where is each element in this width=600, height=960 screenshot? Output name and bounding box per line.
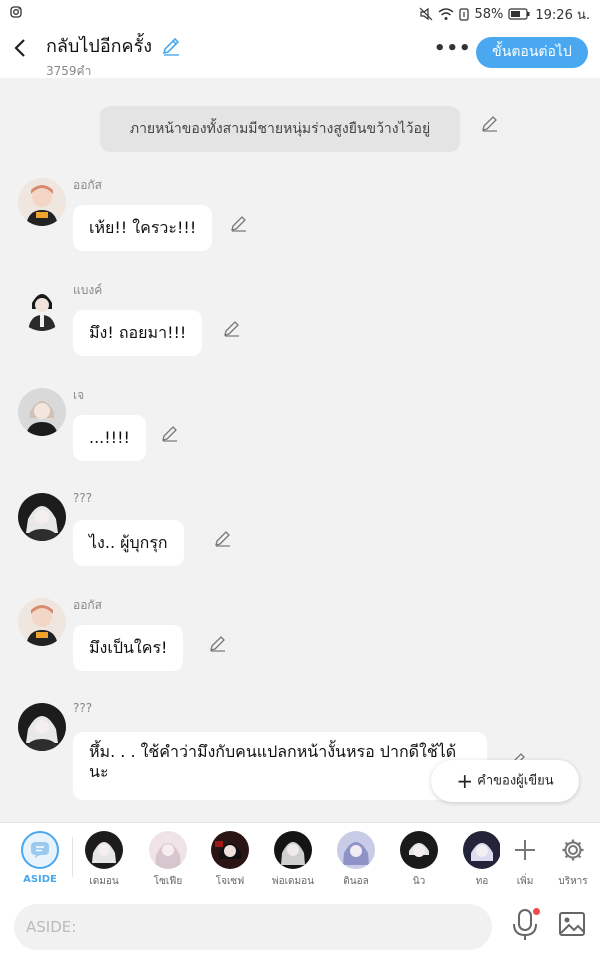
writer-note-label: คำของผู้เขียน — [477, 773, 554, 789]
edit-pencil-icon[interactable] — [214, 529, 232, 547]
avatar[interactable] — [18, 703, 66, 751]
add-character-button[interactable]: เพิ่ม — [502, 831, 548, 889]
character-label: ดินอล — [343, 876, 369, 887]
narration-bubble[interactable]: ภายหน้าของทั้งสามมีชายหนุ่มร่างสูงยืนขว้… — [100, 106, 460, 152]
more-options-button[interactable]: ••• — [434, 38, 471, 62]
back-button[interactable] — [8, 38, 32, 64]
add-label: เพิ่ม — [516, 876, 534, 887]
wifi-icon — [439, 7, 454, 20]
message-bubble[interactable]: เห้ย!! ใครวะ!!! — [73, 205, 213, 251]
input-bar — [0, 894, 600, 960]
character-item[interactable]: โซเฟีย — [140, 831, 196, 889]
character-bar[interactable]: ASIDE เดมอน โซเฟีย โจเซฟ พ่อเดมอน ดินอล … — [0, 822, 600, 895]
character-label: นิว — [412, 876, 426, 887]
character-label: ASIDE — [23, 874, 57, 885]
message-bubble[interactable]: ...!!!! — [73, 415, 146, 461]
speaker-name: ??? — [73, 491, 93, 505]
battery-percent: 58% — [474, 6, 504, 22]
manage-characters-button[interactable]: บริหาร — [550, 831, 596, 889]
speaker-name: แบงค์ — [73, 283, 103, 297]
recording-dot — [533, 908, 540, 915]
avatar[interactable] — [18, 493, 66, 541]
character-item[interactable]: เดมอน — [76, 831, 132, 889]
character-avatar — [85, 831, 123, 869]
status-bar: 58% 19:26 น. — [0, 0, 600, 28]
character-avatar — [400, 831, 438, 869]
message-input[interactable] — [14, 904, 492, 950]
edit-title-icon[interactable] — [161, 36, 181, 56]
speaker-name: ออกัส — [73, 178, 103, 192]
chevron-left-icon — [14, 39, 25, 57]
chat-bubble-icon — [31, 842, 49, 858]
mute-icon — [420, 7, 433, 21]
speaker-name: ออกัส — [73, 598, 103, 612]
character-tools: เพิ่ม บริหาร — [500, 823, 600, 895]
header-bar: กลับไปอีกครั้ง 3759คำ ••• ขั้นตอนต่อไป — [0, 28, 600, 78]
character-avatar — [463, 831, 501, 869]
character-aside[interactable]: ASIDE — [12, 831, 68, 885]
gear-icon — [550, 831, 596, 869]
character-item[interactable]: พ่อเดมอน — [265, 831, 321, 889]
plus-icon — [502, 831, 548, 869]
manage-label: บริหาร — [558, 876, 588, 887]
character-avatar — [337, 831, 375, 869]
edit-pencil-icon[interactable] — [230, 214, 248, 232]
edit-pencil-icon[interactable] — [223, 319, 241, 337]
status-time: 19:26 น. — [535, 7, 590, 23]
title-area: กลับไปอีกครั้ง 3759คำ — [46, 31, 181, 81]
image-icon[interactable] — [558, 910, 586, 938]
edit-pencil-icon[interactable] — [209, 634, 227, 652]
speaker-name: เจ — [73, 388, 85, 402]
avatar[interactable] — [18, 178, 66, 226]
plus-icon: + — [456, 769, 474, 793]
next-step-button[interactable]: ขั้นตอนต่อไป — [476, 37, 588, 68]
character-label: เดมอน — [89, 876, 119, 887]
avatar[interactable] — [18, 388, 66, 436]
page-title[interactable]: กลับไปอีกครั้ง — [46, 31, 152, 60]
message-bubble[interactable]: หึ้ม. . . ใช้คำว่ามึงกับคนแปลกหน้างั้นหร… — [73, 732, 487, 800]
edit-pencil-icon[interactable] — [161, 424, 179, 442]
message-bubble[interactable]: มึง! ถอยมา!!! — [73, 310, 203, 356]
edit-pencil-icon[interactable] — [481, 114, 499, 132]
data-icon — [459, 7, 470, 21]
character-avatar — [149, 831, 187, 869]
character-item[interactable]: นิว — [391, 831, 447, 889]
aside-avatar — [21, 831, 59, 869]
speaker-name: ??? — [73, 701, 93, 715]
character-avatar — [211, 831, 249, 869]
instagram-icon — [10, 6, 22, 18]
character-label: โจเซฟ — [215, 876, 245, 887]
character-label: โซเฟีย — [153, 876, 183, 887]
battery-icon — [508, 8, 530, 20]
character-item[interactable]: ดินอล — [328, 831, 384, 889]
message-bubble[interactable]: มึงเป็นใคร! — [73, 625, 184, 671]
divider — [72, 837, 73, 877]
chat-area[interactable]: ภายหน้าของทั้งสามมีชายหนุ่มร่างสูงยืนขว้… — [0, 78, 600, 822]
character-label: พ่อเดมอน — [272, 876, 314, 887]
character-avatar — [274, 831, 312, 869]
character-item[interactable]: โจเซฟ — [202, 831, 258, 889]
avatar[interactable] — [18, 283, 66, 331]
avatar[interactable] — [18, 598, 66, 646]
message-bubble[interactable]: ไง.. ผู้บุกรุก — [73, 520, 184, 566]
writer-note-button[interactable]: + คำของผู้เขียน — [431, 760, 579, 802]
